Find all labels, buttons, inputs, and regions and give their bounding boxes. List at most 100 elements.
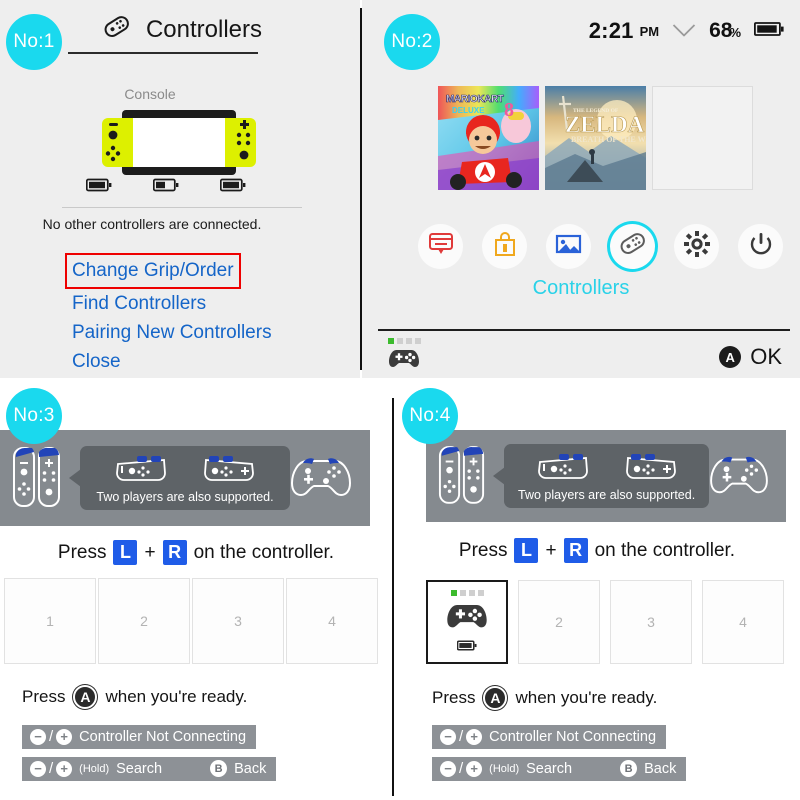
b-button-icon: B: [210, 760, 228, 777]
footer-controller-indicator: [388, 338, 421, 374]
menu-item-change-grip-order[interactable]: Change Grip/Order: [65, 253, 272, 289]
svg-text:MARIOKART: MARIOKART: [446, 94, 504, 105]
home-footer: A OK: [378, 338, 786, 378]
key-l: L: [113, 540, 138, 565]
home-icon-settings[interactable]: [674, 224, 719, 269]
clock-ampm: PM: [639, 23, 660, 39]
player-slot-4[interactable]: 4: [286, 578, 378, 664]
footer-divider: [378, 329, 790, 331]
section-divider: [62, 207, 302, 208]
grip-bubble: Two players are also supported.: [69, 446, 290, 510]
player-slot-row: 1 2 3 4: [4, 578, 378, 664]
press-lr-instruction: Press L + R on the controller.: [394, 538, 800, 563]
hint-search-back[interactable]: − / + (Hold) Search B Back: [432, 757, 687, 781]
wifi-icon: [672, 21, 696, 42]
hint-controller-not-connecting[interactable]: − / + Controller Not Connecting: [22, 725, 257, 749]
home-icon-row: [418, 224, 783, 269]
joycon-horizontal-right-icon: [625, 452, 677, 485]
led-2: [397, 338, 403, 344]
minus-plus-icons: − / +: [440, 728, 483, 745]
minus-button-icon: −: [30, 760, 46, 777]
album-icon: [555, 233, 582, 260]
led-1: [450, 590, 457, 596]
press-lr-prefix: Press: [57, 541, 107, 563]
power-icon: [749, 232, 773, 261]
player-slot-2[interactable]: 2: [518, 580, 600, 664]
player-1-led: [450, 590, 484, 596]
step-badge-3: No:3: [6, 388, 62, 444]
step-badge-1: No:1: [6, 14, 62, 70]
key-r: R: [563, 538, 588, 563]
home-icon-news[interactable]: [418, 224, 463, 269]
connected-controller: [446, 590, 488, 654]
home-icon-album[interactable]: [546, 224, 591, 269]
press-a-suffix: when you're ready.: [515, 688, 658, 707]
menu-item-pairing-new-controllers[interactable]: Pairing New Controllers: [72, 318, 272, 347]
key-r: R: [162, 540, 187, 565]
plus-sign: +: [545, 539, 557, 561]
joycon-icon: [102, 14, 132, 45]
selected-icon-label: Controllers: [532, 277, 630, 299]
svg-text:THE LEGEND OF: THE LEGEND OF: [573, 108, 619, 114]
press-a-suffix: when you're ready.: [105, 687, 248, 706]
press-a-instruction: Press A when you're ready.: [22, 685, 247, 709]
grip-bubble-caption: Two players are also supported.: [96, 490, 274, 504]
step-badge-2: No:2: [384, 14, 440, 70]
menu-item-find-controllers[interactable]: Find Controllers: [72, 289, 272, 318]
player-slot-1[interactable]: 1: [4, 578, 96, 664]
hint-search-label: Search: [116, 760, 163, 777]
svg-text:ZELDA: ZELDA: [565, 112, 645, 137]
player-slot-1[interactable]: [426, 580, 508, 664]
a-button-icon: A: [483, 686, 508, 710]
pro-controller-icon: [290, 450, 352, 507]
press-lr-suffix: on the controller.: [594, 539, 736, 561]
home-icon-power[interactable]: [738, 224, 783, 269]
player-slot-2-number: 2: [140, 613, 148, 629]
plus-button-icon: +: [466, 760, 483, 777]
player-slot-3-number: 3: [647, 614, 655, 630]
hint-controller-not-connecting-label: Controller Not Connecting: [489, 728, 657, 745]
player-slot-3[interactable]: 3: [192, 578, 284, 664]
step-badge-2-label: No:2: [391, 31, 433, 52]
grip-banner: Two players are also supported.: [0, 430, 370, 526]
controllers-menu-list: Change Grip/Order Find Controllers Pairi…: [65, 253, 272, 376]
hint-controller-not-connecting[interactable]: − / + Controller Not Connecting: [432, 725, 667, 749]
press-a-prefix: Press: [432, 688, 476, 707]
player-slot-2-number: 2: [555, 614, 563, 630]
game-tile-zelda-botw[interactable]: ZELDA BREATH OF THE WILD THE LEGEND OF: [545, 86, 646, 190]
press-a-instruction: Press A when you're ready.: [432, 686, 657, 710]
panel-home-menu: No:2 2:21 PM 68 % MARIOKART DELUXE 8 ZEL…: [362, 0, 800, 378]
home-icon-eshop[interactable]: [482, 224, 527, 269]
press-lr-instruction: Press L + R on the controller.: [0, 540, 392, 565]
menu-item-close[interactable]: Close: [72, 347, 272, 376]
plus-button-icon: +: [56, 760, 73, 777]
hint-back-label: Back: [644, 760, 677, 777]
slash-separator: /: [49, 760, 54, 777]
slash-separator: /: [459, 760, 464, 777]
hint-search-back[interactable]: − / + (Hold) Search B Back: [22, 757, 277, 781]
clock-time: 2:21: [588, 18, 634, 43]
joycon-pair-icon: [438, 443, 486, 510]
press-lr-suffix: on the controller.: [193, 541, 335, 563]
ok-button[interactable]: A OK: [719, 344, 782, 370]
b-button-icon: B: [620, 760, 638, 777]
pro-controller-icon: [709, 449, 769, 504]
game-tile-mario-kart[interactable]: MARIOKART DELUXE 8: [438, 86, 539, 190]
a-button-icon: A: [73, 685, 98, 709]
news-icon: [428, 232, 454, 261]
status-bar: 2:21 PM 68 %: [589, 18, 784, 44]
plus-button-icon: +: [466, 728, 483, 745]
player-slot-2[interactable]: 2: [98, 578, 190, 664]
game-tile-empty: [652, 86, 753, 190]
player-slot-3[interactable]: 3: [610, 580, 692, 664]
grip-bubble: Two players are also supported.: [492, 444, 710, 508]
plus-button-icon: +: [56, 728, 73, 745]
step-badge-4-label: No:4: [409, 405, 451, 426]
home-icon-controllers[interactable]: [610, 224, 655, 269]
battery-icon: [456, 638, 477, 654]
step-badge-3-label: No:3: [13, 405, 55, 426]
press-lr-prefix: Press: [458, 539, 508, 561]
minus-plus-icons: − / +: [440, 760, 483, 777]
battery-icon: [753, 21, 784, 42]
player-slot-4[interactable]: 4: [702, 580, 784, 664]
